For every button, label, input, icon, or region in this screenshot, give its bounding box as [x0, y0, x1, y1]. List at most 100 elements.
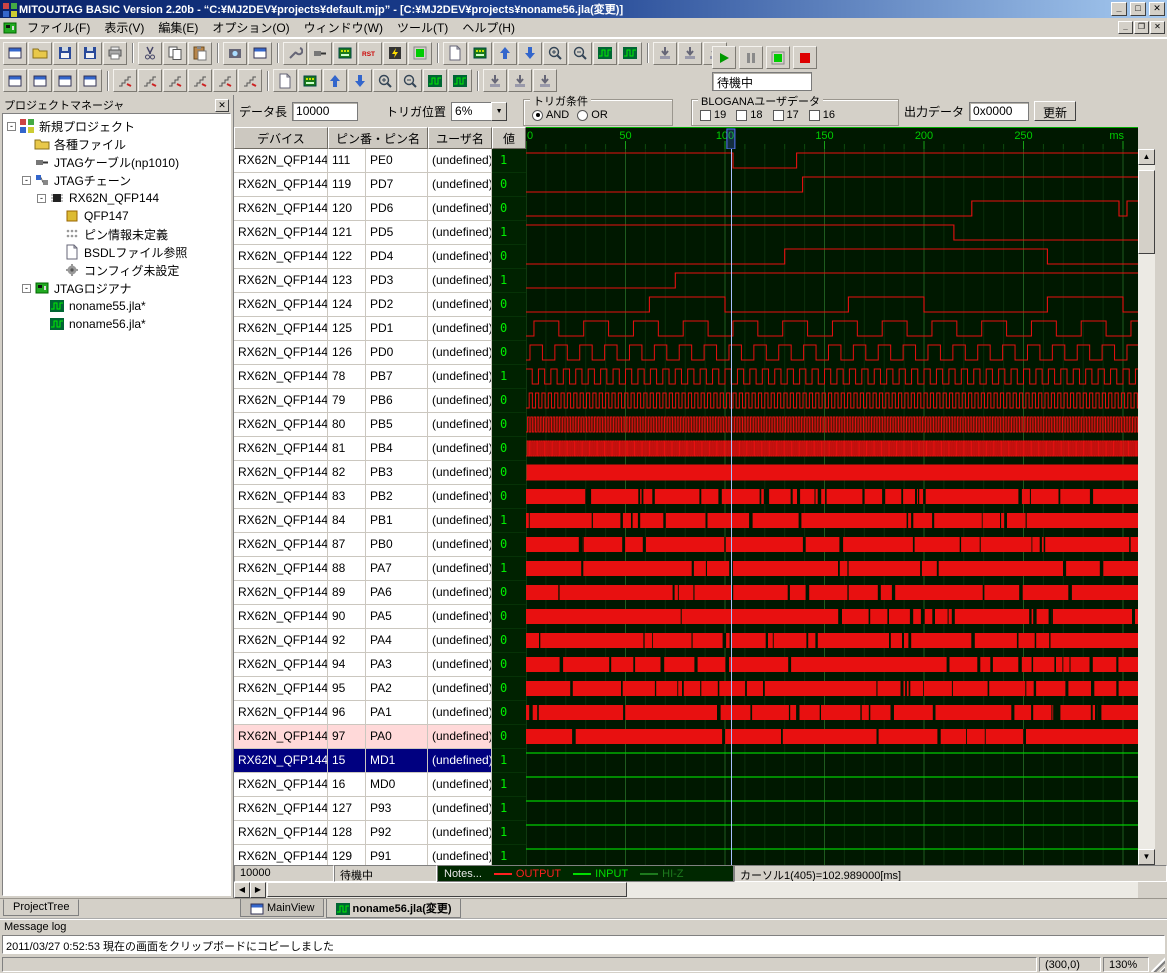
- and-radio[interactable]: [532, 110, 543, 121]
- tree-item-project-grid[interactable]: -新規プロジェクト: [3, 117, 230, 135]
- mdi-minimize-button[interactable]: _: [1118, 21, 1133, 34]
- tree-expander-icon[interactable]: -: [37, 194, 46, 203]
- tree-expander-icon[interactable]: -: [22, 176, 31, 185]
- toolbar-button-boundary-scan-2[interactable]: [298, 69, 322, 92]
- toolbar-button-copy[interactable]: [163, 42, 187, 65]
- checkbox-16[interactable]: [809, 110, 820, 121]
- toolbar-button-zoom-in[interactable]: [543, 42, 567, 65]
- table-row-PA3[interactable]: RX62N_QFP14494PA3(undefined)0: [234, 653, 526, 677]
- table-row-PB4[interactable]: RX62N_QFP14481PB4(undefined)0: [234, 437, 526, 461]
- menu-item-1[interactable]: 表示(V): [97, 17, 151, 38]
- toolbar-button-win-arrange[interactable]: [78, 69, 102, 92]
- resize-grip[interactable]: [1151, 957, 1165, 972]
- menu-item-0[interactable]: ファイル(F): [20, 17, 97, 38]
- table-row-PD1[interactable]: RX62N_QFP144125PD1(undefined)0: [234, 317, 526, 341]
- timeline-header[interactable]: 050100150200250ms: [526, 127, 1138, 149]
- notes-button[interactable]: Notes...: [444, 868, 482, 880]
- table-row-PB2[interactable]: RX62N_QFP14483PB2(undefined)0: [234, 485, 526, 509]
- scroll-right-icon[interactable]: ▶: [250, 882, 266, 898]
- menu-item-2[interactable]: 編集(E): [151, 17, 205, 38]
- checkbox-18[interactable]: [736, 110, 747, 121]
- scroll-down-icon[interactable]: ▼: [1138, 849, 1155, 865]
- tree-item-bsdl-doc[interactable]: BSDLファイル参照: [3, 243, 230, 261]
- toolbar-button-move-down-2[interactable]: [348, 69, 372, 92]
- panel-close-icon[interactable]: ✕: [215, 99, 229, 112]
- toolbar-button-move-up-2[interactable]: [323, 69, 347, 92]
- tree-item-jtag-cable[interactable]: JTAGケーブル(np1010): [3, 153, 230, 171]
- toolbar-button-logic-wave-3[interactable]: [423, 69, 447, 92]
- toolbar-button-reset[interactable]: RST: [358, 42, 382, 65]
- toolbar-button-step-into-1[interactable]: [113, 69, 137, 92]
- table-row-PA7[interactable]: RX62N_QFP14488PA7(undefined)1: [234, 557, 526, 581]
- toolbar-button-win-cascade[interactable]: [3, 69, 27, 92]
- toolbar-button-download-flash-4[interactable]: [483, 69, 507, 92]
- table-row-PD3[interactable]: RX62N_QFP144123PD3(undefined)1: [234, 269, 526, 293]
- vertical-scrollbar[interactable]: ▲ ▼: [1138, 149, 1155, 865]
- maximize-button[interactable]: □: [1130, 2, 1146, 16]
- horizontal-scrollbar[interactable]: ◀ ▶: [234, 882, 1167, 898]
- table-row-PA2[interactable]: RX62N_QFP14495PA2(undefined)0: [234, 677, 526, 701]
- vertical-scroll-thumb[interactable]: [1138, 170, 1155, 254]
- update-button[interactable]: 更新: [1034, 101, 1076, 121]
- blogana-check-19[interactable]: 19: [700, 109, 726, 121]
- toolbar-button-download-flash-2[interactable]: [678, 42, 702, 65]
- toolbar-button-cut[interactable]: [138, 42, 162, 65]
- mdi-restore-button[interactable]: ❐: [1134, 21, 1149, 34]
- waveform-pane[interactable]: [526, 149, 1138, 865]
- table-row-MD0[interactable]: RX62N_QFP14416MD0(undefined)1: [234, 773, 526, 797]
- toolbar-button-window-layout[interactable]: [248, 42, 272, 65]
- scroll-up-icon[interactable]: ▲: [1138, 149, 1155, 165]
- toolbar-button-run-pause[interactable]: [739, 46, 763, 69]
- toolbar-button-wrench-tool[interactable]: [283, 42, 307, 65]
- vertical-scroll-track[interactable]: [1138, 165, 1155, 849]
- table-row-PA0[interactable]: RX62N_QFP14497PA0(undefined)0: [234, 725, 526, 749]
- toolbar-button-paste[interactable]: [188, 42, 212, 65]
- toolbar-button-download-flash-5[interactable]: [508, 69, 532, 92]
- tree-item-jtag-chain[interactable]: -JTAGチェーン: [3, 171, 230, 189]
- tree-item-device-chip[interactable]: -RX62N_QFP144: [3, 189, 230, 207]
- toolbar-button-step-into-2[interactable]: [138, 69, 162, 92]
- toolbar-button-logic-wave-1[interactable]: [593, 42, 617, 65]
- blogana-check-16[interactable]: 16: [809, 109, 835, 121]
- trigger-or-option[interactable]: OR: [577, 109, 608, 121]
- table-row-PB6[interactable]: RX62N_QFP14479PB6(undefined)0: [234, 389, 526, 413]
- toolbar-button-new-doc[interactable]: [443, 42, 467, 65]
- or-radio[interactable]: [577, 110, 588, 121]
- toolbar-button-run-indicator[interactable]: [766, 46, 790, 69]
- toolbar-button-download-flash-6[interactable]: [533, 69, 557, 92]
- trigger-and-option[interactable]: AND: [532, 109, 569, 121]
- toolbar-button-cable-connect[interactable]: [308, 42, 332, 65]
- checkbox-17[interactable]: [773, 110, 784, 121]
- output-data-input[interactable]: [969, 102, 1029, 121]
- tab-main-view[interactable]: MainView: [240, 899, 324, 917]
- table-row-PD5[interactable]: RX62N_QFP144121PD5(undefined)1: [234, 221, 526, 245]
- toolbar-button-run-play[interactable]: [712, 46, 736, 69]
- toolbar-button-save-all[interactable]: [78, 42, 102, 65]
- tree-expander-icon[interactable]: -: [7, 122, 16, 131]
- column-header-2[interactable]: ユーザ名: [428, 127, 492, 149]
- toolbar-button-print[interactable]: [103, 42, 127, 65]
- data-length-input[interactable]: [292, 102, 358, 121]
- table-row-PA1[interactable]: RX62N_QFP14496PA1(undefined)0: [234, 701, 526, 725]
- table-row-PD0[interactable]: RX62N_QFP144126PD0(undefined)0: [234, 341, 526, 365]
- menu-item-6[interactable]: ヘルプ(H): [455, 17, 522, 38]
- table-row-PD2[interactable]: RX62N_QFP144124PD2(undefined)0: [234, 293, 526, 317]
- tree-item-logic-analyzer-board[interactable]: -JTAGロジアナ: [3, 279, 230, 297]
- toolbar-button-copy-screen-image[interactable]: [223, 42, 247, 65]
- cursor-line[interactable]: [731, 149, 732, 865]
- table-row-PD4[interactable]: RX62N_QFP144122PD4(undefined)0: [234, 245, 526, 269]
- table-row-PA4[interactable]: RX62N_QFP14492PA4(undefined)0: [234, 629, 526, 653]
- table-row-P92[interactable]: RX62N_QFP144128P92(undefined)1: [234, 821, 526, 845]
- toolbar-button-move-down[interactable]: [518, 42, 542, 65]
- toolbar-button-new-doc-2[interactable]: [273, 69, 297, 92]
- table-row-PB0[interactable]: RX62N_QFP14487PB0(undefined)0: [234, 533, 526, 557]
- table-row-PA6[interactable]: RX62N_QFP14489PA6(undefined)0: [234, 581, 526, 605]
- scroll-left-icon[interactable]: ◀: [234, 882, 250, 898]
- table-row-PB3[interactable]: RX62N_QFP14482PB3(undefined)0: [234, 461, 526, 485]
- toolbar-button-win-tile-horizontal[interactable]: [28, 69, 52, 92]
- table-row-PE0[interactable]: RX62N_QFP144111PE0(undefined)1: [234, 149, 526, 173]
- toolbar-button-boundary-scan[interactable]: [468, 42, 492, 65]
- toolbar-button-step-out-2[interactable]: [238, 69, 262, 92]
- tree-item-files-folder[interactable]: 各種ファイル: [3, 135, 230, 153]
- tree-item-pin-info[interactable]: ピン情報未定義: [3, 225, 230, 243]
